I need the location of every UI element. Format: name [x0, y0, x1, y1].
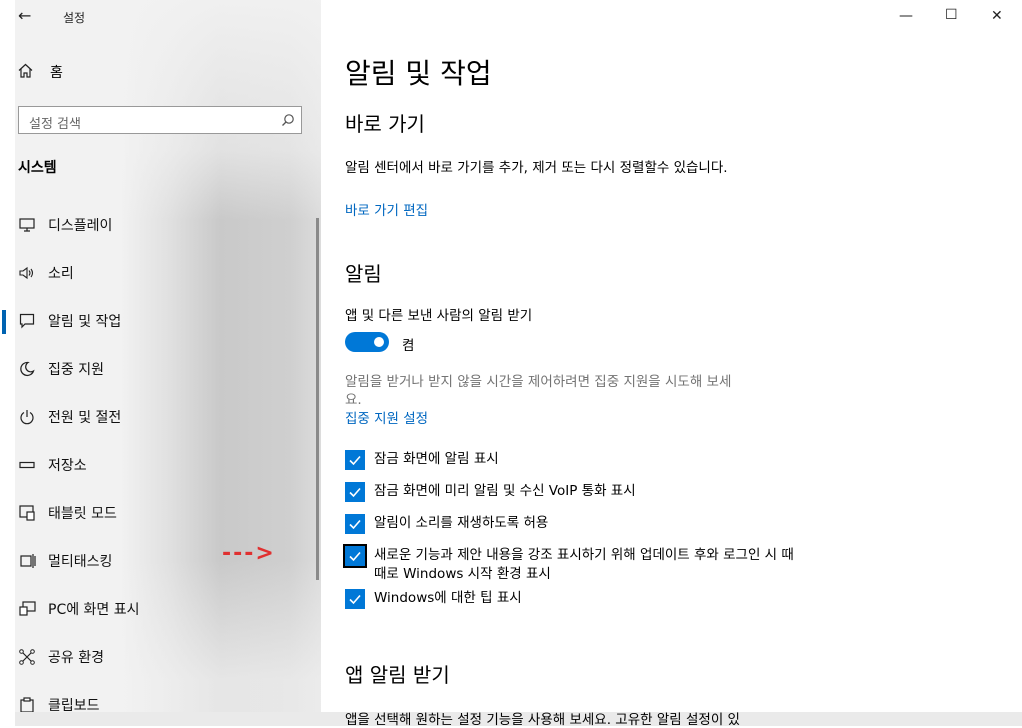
maximize-button[interactable]: ☐: [945, 7, 958, 23]
sidebar-item-label: 소리: [48, 266, 74, 282]
maximize-icon: ☐: [945, 7, 958, 23]
search-placeholder: 설정 검색: [29, 117, 81, 132]
sidebar-item-multitasking[interactable]: 멀티태스킹: [18, 549, 112, 573]
minimize-icon: —: [899, 8, 913, 24]
check-icon: [349, 487, 361, 498]
tablet-icon: [18, 504, 36, 522]
sidebar-item-label: 멀티태스킹: [48, 554, 113, 570]
check-icon: [349, 551, 361, 562]
sidebar-item-label: PC에 화면 표시: [48, 602, 140, 618]
sidebar-scrollbar[interactable]: [316, 218, 319, 580]
sidebar-item-home[interactable]: 홈: [18, 62, 63, 82]
search-input[interactable]: 설정 검색: [18, 106, 302, 134]
checkbox-windows-tips[interactable]: Windows에 대한 팁 표시: [345, 589, 794, 609]
moon-icon: [18, 360, 36, 378]
checkbox[interactable]: [345, 482, 365, 502]
checkbox-notification-sounds[interactable]: 알림이 소리를 재생하도록 허용: [345, 514, 794, 534]
back-button[interactable]: ←: [18, 6, 31, 25]
focus-assist-settings-link[interactable]: 집중 지원 설정: [345, 407, 428, 427]
sidebar-item-notifications[interactable]: 알림 및 작업: [18, 309, 121, 333]
focus-hint-line2: 요.: [345, 392, 362, 408]
sidebar-item-label: 전원 및 절전: [48, 410, 122, 426]
close-button[interactable]: ✕: [991, 8, 1003, 24]
sidebar-section-title: 시스템: [18, 160, 57, 176]
sidebar-item-focus-assist[interactable]: 집중 지원: [18, 357, 104, 381]
back-arrow-icon: ←: [18, 6, 32, 25]
display-icon: [18, 216, 36, 234]
notifications-toggle[interactable]: [345, 332, 389, 352]
sidebar-item-label: 공유 환경: [48, 650, 104, 666]
checkbox-welcome-experience[interactable]: 새로운 기능과 제안 내용을 강조 표시하기 위해 업데이트 후와 로그인 시 …: [343, 544, 794, 584]
checkbox[interactable]: [345, 589, 365, 609]
sidebar-item-label: 집중 지원: [48, 362, 104, 378]
notifications-toggle-label: 앱 및 다른 보낸 사람의 알림 받기: [345, 308, 533, 324]
share-icon: [18, 648, 36, 666]
check-icon: [349, 455, 361, 466]
power-icon: [18, 408, 36, 426]
toggle-knob: [374, 337, 384, 347]
checkbox-label: 알림이 소리를 재생하도록 허용: [374, 515, 549, 531]
sidebar-item-sound[interactable]: 소리: [18, 261, 74, 285]
close-icon: ✕: [991, 8, 1003, 24]
sidebar-item-tablet[interactable]: 태블릿 모드: [18, 501, 117, 525]
sidebar-item-display[interactable]: 디스플레이: [18, 213, 112, 237]
sidebar-item-project[interactable]: PC에 화면 표시: [18, 597, 140, 621]
checkbox-label: Windows에 대한 팁 표시: [374, 590, 522, 606]
sidebar-item-label: 저장소: [48, 458, 87, 474]
minimize-button[interactable]: —: [899, 8, 913, 24]
check-icon: [349, 519, 361, 530]
annotation-arrow: --->: [222, 541, 276, 566]
selection-indicator: [2, 310, 6, 334]
project-icon: [18, 600, 36, 618]
checkbox[interactable]: [345, 514, 365, 534]
settings-window: ← 설정 홈 설정 검색 시스템 디스플레이 소리 알림 및 작업 집중 지원 …: [0, 0, 1022, 728]
sidebar-item-share[interactable]: 공유 환경: [18, 645, 104, 669]
multitasking-icon: [18, 552, 36, 570]
notifications-heading: 알림: [345, 262, 382, 286]
window-title: 설정: [63, 11, 86, 25]
sidebar-item-label: 태블릿 모드: [48, 506, 117, 522]
checkbox[interactable]: [343, 544, 367, 568]
shortcuts-heading: 바로 가기: [345, 112, 425, 136]
sidebar-item-label: 알림 및 작업: [48, 314, 122, 330]
sidebar-item-storage[interactable]: 저장소: [18, 453, 87, 477]
checkbox-lock-screen-notifications[interactable]: 잠금 화면에 알림 표시: [345, 450, 794, 470]
checkbox-label: 잠금 화면에 알림 표시: [374, 451, 499, 467]
app-notifications-heading: 앱 알림 받기: [345, 663, 450, 687]
checkbox-lock-screen-reminders[interactable]: 잠금 화면에 미리 알림 및 수신 VoIP 통화 표시: [345, 482, 794, 502]
checkbox-label: 새로운 기능과 제안 내용을 강조 표시하기 위해 업데이트 후와 로그인 시 …: [374, 547, 794, 582]
check-icon: [349, 594, 361, 605]
toggle-state-label: 켬: [402, 338, 415, 354]
search-icon: [281, 112, 295, 131]
checkbox-label: 잠금 화면에 미리 알림 및 수신 VoIP 통화 표시: [374, 483, 636, 499]
edit-shortcuts-link[interactable]: 바로 가기 편집: [345, 199, 428, 219]
shortcuts-description: 알림 센터에서 바로 가기를 추가, 제거 또는 다시 정렬할수 있습니다.: [345, 160, 728, 176]
sidebar-item-label: 디스플레이: [48, 218, 113, 234]
speaker-icon: [18, 264, 36, 282]
checkbox[interactable]: [345, 450, 365, 470]
page-title: 알림 및 작업: [345, 57, 492, 90]
focus-hint-line1: 알림을 받거나 받지 않을 시간을 제어하려면 집중 지원을 시도해 보세: [345, 374, 732, 390]
sidebar-item-power[interactable]: 전원 및 절전: [18, 405, 121, 429]
sidebar-item-label: 홈: [50, 65, 63, 81]
app-notifications-description: 앱을 선택해 원하는 설정 기능을 사용해 보세요. 고유한 알림 설정이 있: [345, 712, 740, 728]
notification-icon: [18, 312, 36, 330]
home-icon: [18, 63, 34, 82]
storage-icon: [18, 456, 36, 474]
